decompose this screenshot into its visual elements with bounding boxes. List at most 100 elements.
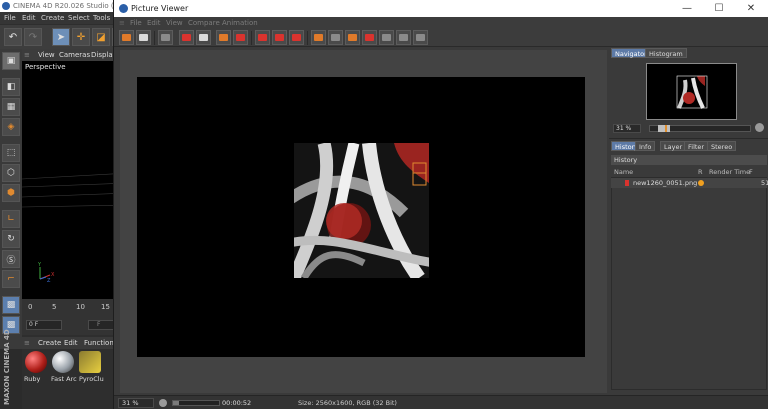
material-fast-arc[interactable]: [52, 351, 74, 373]
enable-axis-icon[interactable]: ⌐: [2, 270, 20, 288]
pv-menu-compare[interactable]: Compare: [188, 19, 220, 27]
polygons-mode-icon[interactable]: ⬢: [2, 184, 20, 202]
tab-info[interactable]: Info: [635, 141, 656, 151]
navigator-zoom-slider[interactable]: [649, 125, 751, 132]
timeline-tick: 0: [28, 303, 33, 311]
pv-title-bar: Picture Viewer — ☐ ✕: [114, 0, 768, 17]
workplane-icon[interactable]: ◈: [2, 118, 20, 136]
viewport-menu-view[interactable]: View: [38, 51, 55, 59]
navigator-reset-icon[interactable]: [755, 123, 764, 132]
render-time: 00:00:52: [222, 399, 252, 407]
snap-icon[interactable]: Ⓢ: [2, 250, 20, 268]
model-mode-icon[interactable]: ◧: [2, 78, 20, 96]
svg-text:X: X: [51, 272, 55, 278]
scale-tool-icon[interactable]: ◪: [92, 28, 110, 46]
tab-layer[interactable]: Layer: [660, 141, 687, 151]
timeline-tick: 10: [76, 303, 85, 311]
minimize-icon[interactable]: —: [674, 2, 700, 15]
close-icon[interactable]: ✕: [738, 2, 764, 15]
a-channel-icon[interactable]: [345, 30, 360, 45]
tab-stereo[interactable]: Stereo: [707, 141, 737, 151]
pv-logo-icon: [119, 4, 128, 13]
material-ruby[interactable]: [25, 351, 47, 373]
workplane-grid-icon[interactable]: ▩: [2, 296, 20, 314]
slider-knob[interactable]: [658, 125, 670, 132]
pv-menu-edit[interactable]: Edit: [147, 19, 161, 27]
pv-status-bar: 31 % 00:00:52 Size: 2560x1600, RGB (32 B…: [114, 395, 768, 409]
zoom-reset-icon[interactable]: [159, 399, 167, 407]
edges-mode-icon[interactable]: ⬡: [2, 164, 20, 182]
c4d-logo-icon: [2, 2, 10, 10]
make-editable-icon[interactable]: ▣: [2, 52, 20, 70]
pv-menubar: ≡ File Edit View Compare Animation: [114, 17, 768, 29]
c4d-menu-file[interactable]: File: [4, 14, 16, 22]
points-mode-icon[interactable]: ⬚: [2, 144, 20, 162]
history-columns: Name R Render Time F: [611, 167, 767, 177]
c4d-menu-create[interactable]: Create: [41, 14, 64, 22]
history-row[interactable]: new1260_0051.png 51: [611, 178, 768, 188]
material-label: Fast Arc: [51, 375, 77, 383]
abd-icon[interactable]: [328, 30, 343, 45]
pv-menu-view[interactable]: View: [166, 19, 183, 27]
panel-divider: [609, 138, 768, 139]
material-menu-create[interactable]: Create: [38, 339, 61, 347]
open-file-icon[interactable]: [119, 30, 134, 45]
maximize-icon[interactable]: ☐: [706, 2, 732, 15]
image-canvas-area[interactable]: [120, 50, 607, 393]
compare-b-icon[interactable]: [233, 30, 248, 45]
pv-menu-file[interactable]: File: [130, 19, 142, 27]
layout-3-icon[interactable]: [413, 30, 428, 45]
pointer-tool-icon[interactable]: ➤: [52, 28, 70, 46]
viewport-label: Perspective: [25, 63, 66, 71]
stop-render-icon[interactable]: [196, 30, 211, 45]
pv-right-panel: Navigator Histogram 31 % History Info La…: [609, 47, 768, 395]
film-icon[interactable]: [158, 30, 173, 45]
viewport-menu-cameras[interactable]: Cameras: [59, 51, 90, 59]
c4d-menu-select[interactable]: Select: [68, 14, 90, 22]
column-r[interactable]: R: [698, 167, 703, 177]
history-row-frame: 51: [761, 179, 768, 187]
texture-mode-icon[interactable]: ▦: [2, 98, 20, 116]
b-channel-icon[interactable]: [362, 30, 377, 45]
column-name[interactable]: Name: [614, 167, 633, 177]
svg-text:Y: Y: [37, 262, 42, 268]
undo-icon[interactable]: ↶: [4, 28, 22, 46]
layout-2-icon[interactable]: [396, 30, 411, 45]
navigator-zoom-field[interactable]: 31 %: [613, 124, 641, 133]
set-b-icon[interactable]: [272, 30, 287, 45]
c4d-menubar: File Edit Create Select Tools: [0, 12, 130, 24]
c4d-toolbar: ↶ ↷ ➤ ✛ ◪ ⟳: [0, 25, 130, 49]
axis-gizmo-icon: Y X Z: [37, 262, 55, 283]
move-tool-icon[interactable]: ✛: [72, 28, 90, 46]
redo-icon[interactable]: ↷: [24, 28, 42, 46]
render-region-icon[interactable]: [179, 30, 194, 45]
zoom-field[interactable]: 31 %: [118, 398, 154, 408]
swap-ab-icon[interactable]: [289, 30, 304, 45]
compare-a-icon[interactable]: [216, 30, 231, 45]
channel-icon[interactable]: [311, 30, 326, 45]
toolbar-separator: [307, 31, 308, 45]
material-label: Ruby: [24, 375, 41, 383]
tab-histogram[interactable]: Histogram: [645, 48, 687, 58]
column-f[interactable]: F: [749, 167, 753, 177]
slider-marker: [665, 125, 667, 132]
save-file-icon[interactable]: [136, 30, 151, 45]
c4d-menu-tools[interactable]: Tools: [93, 14, 110, 22]
pv-menu-animation[interactable]: Animation: [222, 19, 258, 27]
history-header: History: [611, 155, 767, 165]
column-render-time[interactable]: Render Time: [709, 167, 750, 177]
render-progress-bar: [172, 400, 220, 406]
set-a-icon[interactable]: [255, 30, 270, 45]
current-frame-field[interactable]: 0 F: [26, 320, 62, 330]
navigator-preview[interactable]: [646, 63, 737, 120]
c4d-menu-edit[interactable]: Edit: [22, 14, 36, 22]
layout-1-icon[interactable]: [379, 30, 394, 45]
maxon-brand-strip: MAXON CINEMA 4D: [0, 329, 22, 409]
material-menu-edit[interactable]: Edit: [64, 339, 78, 347]
axis-icon[interactable]: ∟: [2, 210, 20, 228]
tab-filter[interactable]: Filter: [684, 141, 709, 151]
c4d-left-toolbar: ▣ ◧ ▦ ◈ ⬚ ⬡ ⬢ ∟ ↻ Ⓢ ⌐ ▩ ▩: [0, 49, 22, 349]
material-menu-function[interactable]: Function: [84, 339, 114, 347]
material-pyrocluster[interactable]: [79, 351, 101, 373]
tweak-icon[interactable]: ↻: [2, 230, 20, 248]
